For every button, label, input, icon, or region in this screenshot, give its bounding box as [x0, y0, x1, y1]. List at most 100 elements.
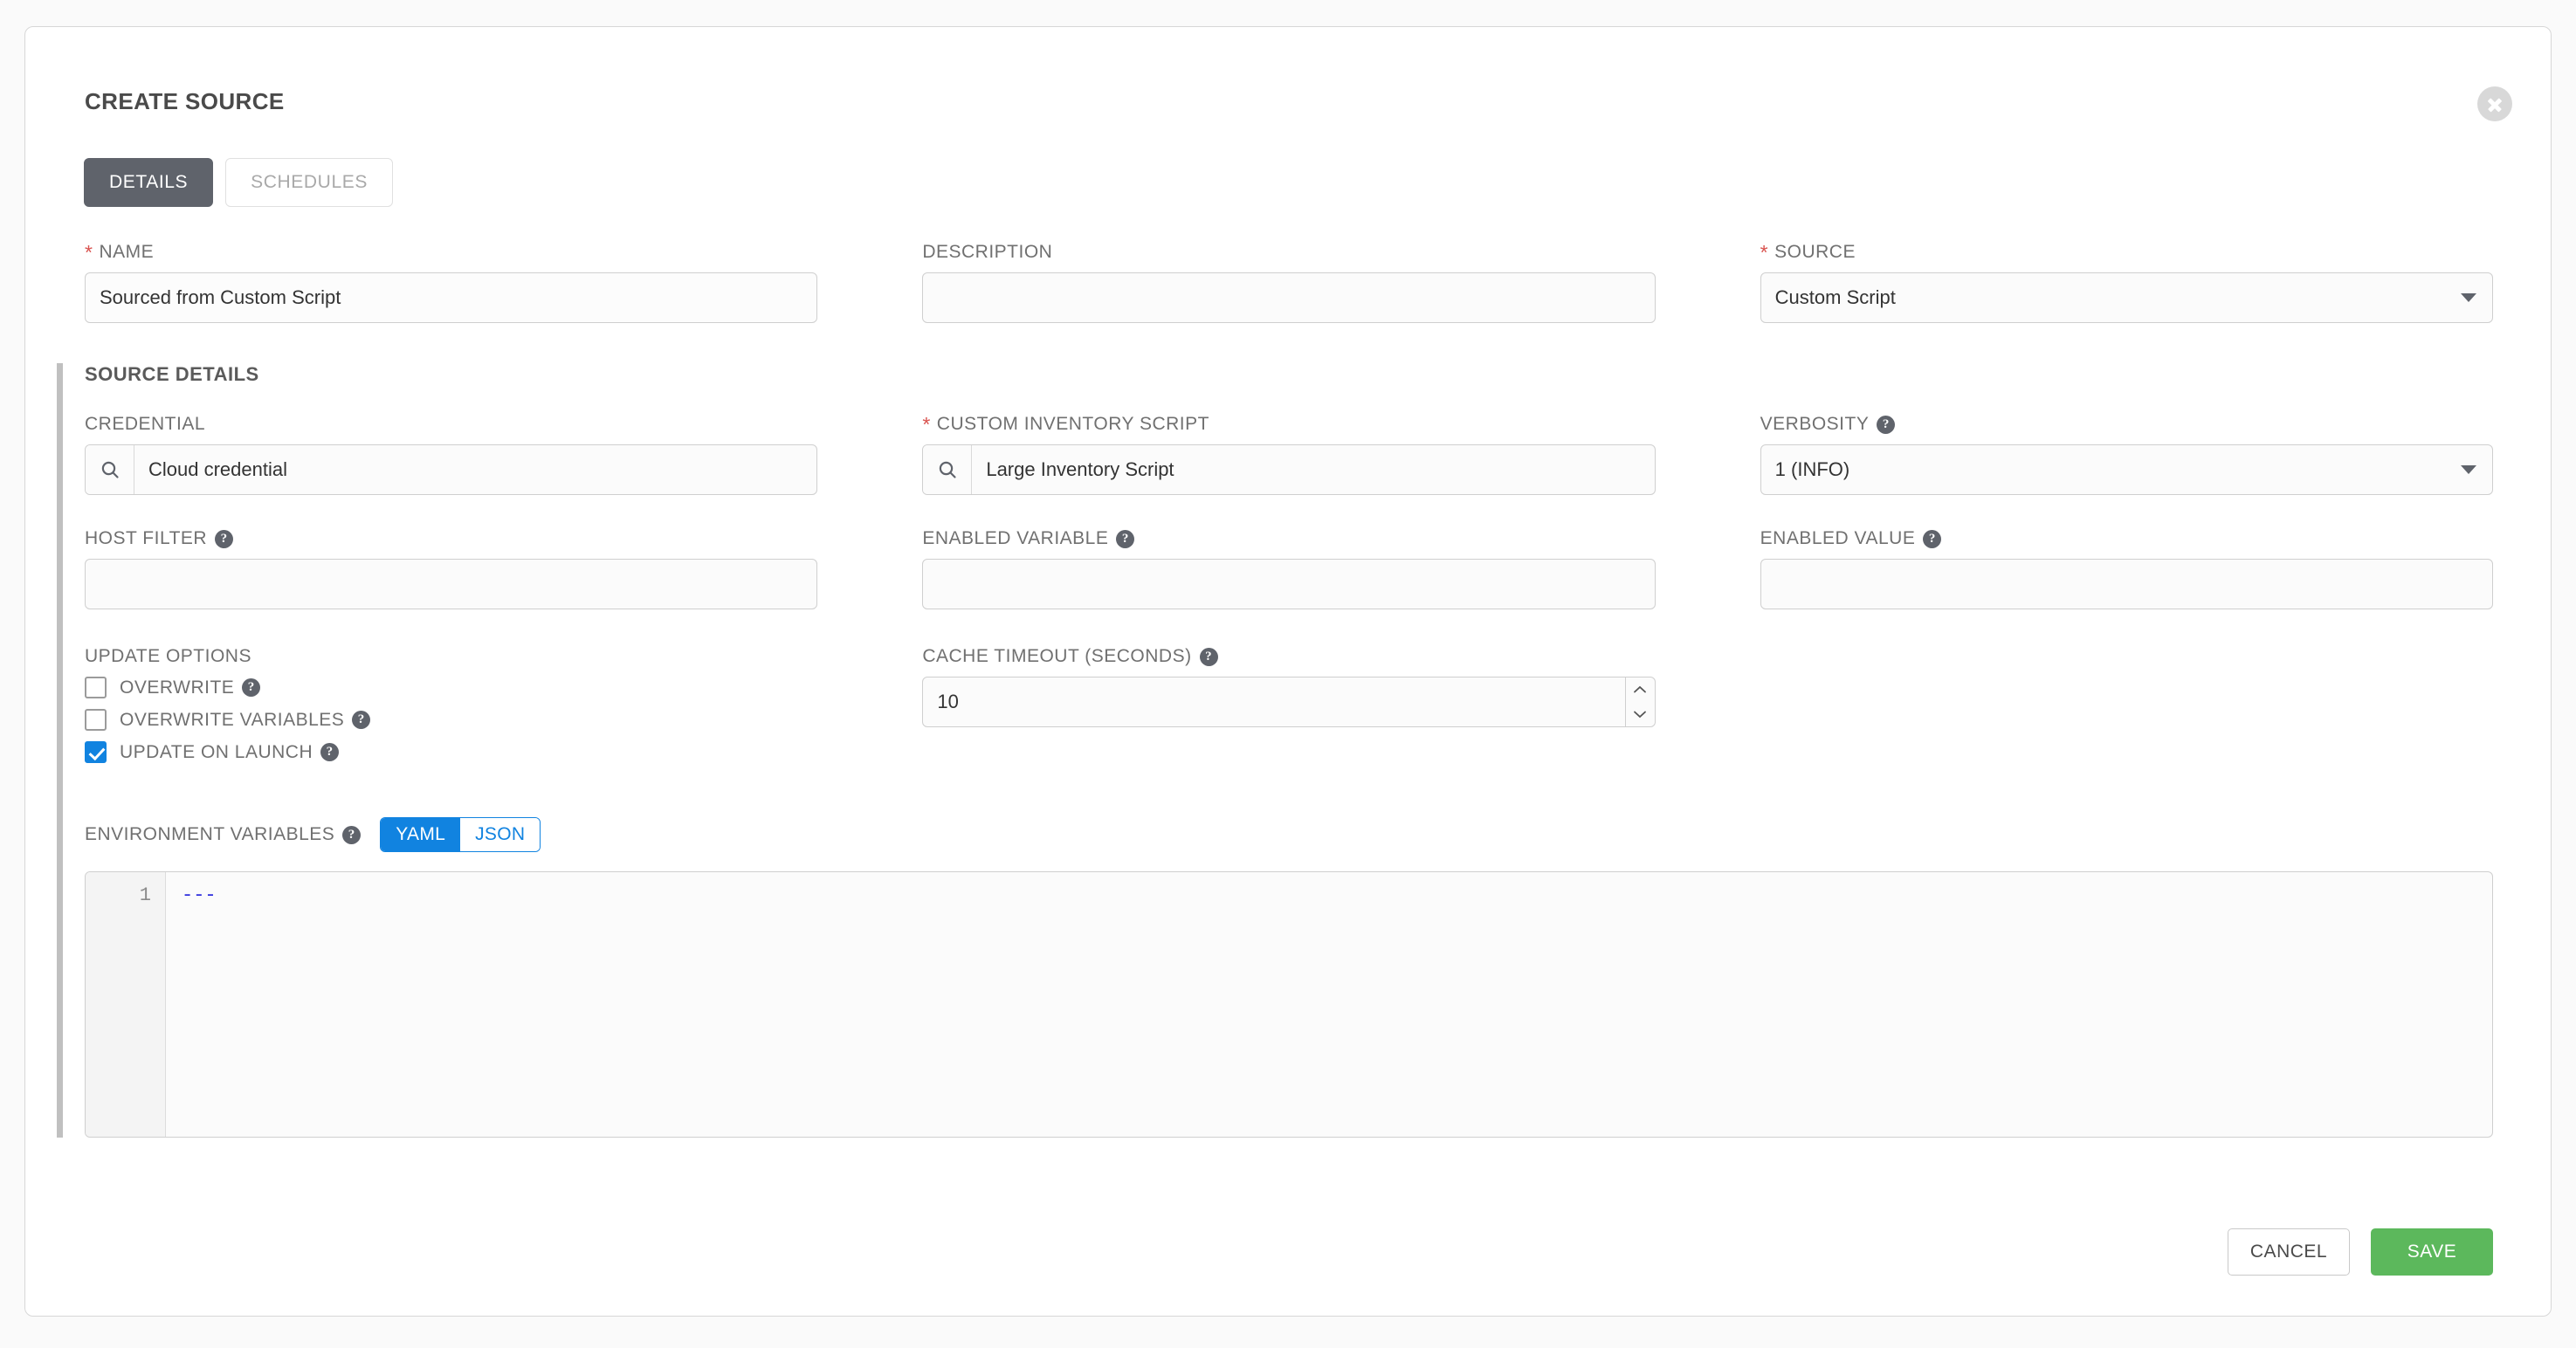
cache-timeout-label-text: CACHE TIMEOUT (SECONDS) — [922, 646, 1192, 666]
name-input[interactable] — [85, 272, 818, 323]
editor-content[interactable]: --- — [166, 872, 2492, 1137]
tab-bar: DETAILS SCHEDULES — [84, 158, 393, 207]
checkbox-label-text: OVERWRITE VARIABLES — [120, 709, 345, 730]
help-icon[interactable]: ? — [342, 825, 362, 844]
enabled-variable-label: ENABLED VARIABLE ? — [922, 528, 1655, 549]
custom-inventory-script-label-text: CUSTOM INVENTORY SCRIPT — [936, 414, 1209, 434]
environment-variables-label: ENVIRONMENT VARIABLES ? — [85, 824, 362, 845]
required-asterisk: * — [922, 412, 931, 436]
field-enabled-variable: ENABLED VARIABLE ? — [922, 528, 1656, 609]
field-host-filter: HOST FILTER ? — [85, 528, 818, 609]
checkbox-overwrite[interactable]: OVERWRITE ? — [85, 677, 817, 698]
credential-lookup — [85, 444, 818, 495]
form-row-primary: * NAME DESCRIPTION * SOURCE Custom Scrip… — [25, 240, 2551, 323]
cache-timeout-stepper — [922, 677, 1656, 727]
toggle-yaml[interactable]: YAML — [381, 818, 461, 851]
cache-timeout-label: CACHE TIMEOUT (SECONDS) ? — [922, 646, 1655, 667]
custom-inventory-script-input[interactable] — [972, 445, 1655, 494]
close-icon[interactable] — [2477, 86, 2512, 121]
checkbox-update-on-launch[interactable]: UPDATE ON LAUNCH ? — [85, 741, 817, 763]
form-row-credential: CREDENTIAL * — [25, 414, 2551, 495]
field-credential: CREDENTIAL — [85, 414, 818, 495]
field-name: * NAME — [85, 242, 818, 323]
description-label: DESCRIPTION — [922, 242, 1655, 263]
host-filter-label: HOST FILTER ? — [85, 528, 817, 549]
tab-schedules[interactable]: SCHEDULES — [225, 158, 393, 207]
environment-variables-label-text: ENVIRONMENT VARIABLES — [85, 824, 335, 844]
verbosity-label-text: VERBOSITY — [1760, 414, 1870, 434]
custom-inventory-script-label: * CUSTOM INVENTORY SCRIPT — [922, 414, 1655, 435]
search-icon[interactable] — [86, 445, 134, 494]
field-description: DESCRIPTION — [922, 242, 1656, 323]
help-icon[interactable]: ? — [215, 529, 234, 548]
enabled-variable-label-text: ENABLED VARIABLE — [922, 528, 1109, 548]
tab-details[interactable]: DETAILS — [84, 158, 214, 207]
source-label-text: SOURCE — [1774, 242, 1856, 262]
footer-actions: CANCEL SAVE — [2228, 1228, 2493, 1276]
field-custom-inventory-script: * CUSTOM INVENTORY SCRIPT — [922, 414, 1656, 495]
host-filter-input[interactable] — [85, 559, 818, 609]
help-icon[interactable]: ? — [1116, 529, 1135, 548]
checkbox-overwrite-variables[interactable]: OVERWRITE VARIABLES ? — [85, 709, 817, 731]
source-select-value: Custom Script — [1774, 286, 1896, 308]
name-label: * NAME — [85, 242, 817, 263]
update-options-group: UPDATE OPTIONS OVERWRITE ? OVERWRITE VAR… — [85, 646, 817, 774]
credential-label-text: CREDENTIAL — [85, 414, 206, 434]
field-verbosity: VERBOSITY ? 1 (INFO) — [1760, 414, 2493, 495]
name-label-text: NAME — [99, 242, 155, 262]
search-icon[interactable] — [923, 445, 973, 494]
required-asterisk: * — [1760, 240, 1769, 264]
save-button[interactable]: SAVE — [2371, 1228, 2493, 1276]
enabled-value-input[interactable] — [1760, 559, 2493, 609]
environment-variables-editor[interactable]: 1 --- — [85, 871, 2493, 1138]
help-icon[interactable]: ? — [1877, 415, 1896, 434]
host-filter-label-text: HOST FILTER — [85, 528, 208, 548]
checkbox-box[interactable] — [85, 741, 107, 763]
help-icon[interactable]: ? — [320, 743, 340, 761]
stepper-increment-icon[interactable] — [1626, 677, 1655, 702]
stepper-decrement-icon[interactable] — [1626, 702, 1655, 726]
checkbox-box[interactable] — [85, 677, 107, 698]
help-icon[interactable]: ? — [1199, 647, 1218, 666]
form-row-filters: HOST FILTER ? ENABLED VARIABLE ? ENABLED… — [25, 528, 2551, 609]
checkbox-label: OVERWRITE VARIABLES ? — [120, 709, 371, 731]
credential-label: CREDENTIAL — [85, 414, 817, 435]
chevron-down-icon — [2460, 465, 2476, 474]
checkbox-label-text: UPDATE ON LAUNCH — [120, 741, 313, 762]
cache-timeout-input[interactable] — [922, 677, 1656, 727]
checkbox-label: OVERWRITE ? — [120, 677, 261, 698]
required-asterisk: * — [85, 240, 93, 264]
environment-variables-header: ENVIRONMENT VARIABLES ? YAML JSON — [25, 817, 2551, 852]
field-cache-timeout: CACHE TIMEOUT (SECONDS) ? — [922, 646, 1656, 774]
editor-line-numbers: 1 — [86, 872, 166, 1137]
enabled-variable-input[interactable] — [922, 559, 1656, 609]
source-form: * NAME DESCRIPTION * SOURCE Custom Scrip… — [25, 240, 2551, 1138]
description-input[interactable] — [922, 272, 1656, 323]
chevron-down-icon — [2460, 293, 2476, 302]
checkbox-label-text: OVERWRITE — [120, 677, 235, 698]
toggle-json[interactable]: JSON — [460, 818, 541, 851]
cancel-button[interactable]: CANCEL — [2228, 1228, 2350, 1276]
checkbox-box[interactable] — [85, 709, 107, 731]
update-options-label: UPDATE OPTIONS — [85, 646, 251, 666]
page-title: CREATE SOURCE — [85, 88, 285, 114]
source-details-section: SOURCE DETAILS CREDENTIAL Cloud credenti… — [25, 363, 2551, 1138]
enabled-value-label: ENABLED VALUE ? — [1760, 528, 2493, 549]
help-icon[interactable]: ? — [242, 678, 261, 697]
source-select[interactable]: Custom Script — [1760, 272, 2493, 323]
description-label-text: DESCRIPTION — [922, 242, 1053, 262]
credential-input[interactable] — [134, 445, 817, 494]
verbosity-select-value: 1 (INFO) — [1774, 458, 1850, 480]
help-icon[interactable]: ? — [352, 711, 371, 729]
verbosity-label: VERBOSITY ? — [1760, 414, 2493, 435]
form-row-update-options: UPDATE OPTIONS OVERWRITE ? OVERWRITE VAR… — [25, 646, 2551, 774]
field-enabled-value: ENABLED VALUE ? — [1760, 528, 2493, 609]
verbosity-select[interactable]: 1 (INFO) — [1760, 444, 2493, 495]
stepper-buttons — [1624, 677, 1655, 726]
source-details-heading: SOURCE DETAILS — [85, 363, 259, 385]
enabled-value-label-text: ENABLED VALUE — [1760, 528, 1916, 548]
spacer-column — [1760, 646, 2493, 774]
checkbox-label: UPDATE ON LAUNCH ? — [120, 741, 340, 763]
custom-inventory-script-lookup — [922, 444, 1656, 495]
help-icon[interactable]: ? — [1923, 529, 1942, 548]
